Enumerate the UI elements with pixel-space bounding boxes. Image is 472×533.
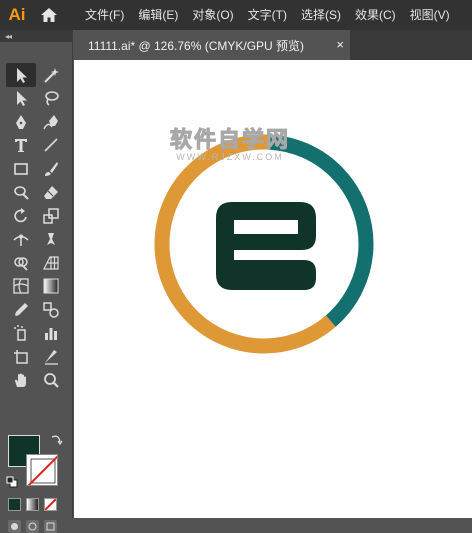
selection-tool[interactable] <box>6 63 36 87</box>
puppet-warp-tool[interactable] <box>36 228 66 252</box>
shape-builder-tool[interactable] <box>6 251 36 275</box>
tools-panel: ◂◂ <box>0 30 73 533</box>
blend-tool[interactable] <box>36 298 66 322</box>
menu-select[interactable]: 选择(S) <box>294 0 348 30</box>
artboard-icon <box>14 349 28 364</box>
draw-normal-icon[interactable] <box>8 520 21 533</box>
type-tool[interactable] <box>6 134 36 158</box>
mesh-tool[interactable] <box>6 275 36 299</box>
artboard-tool[interactable] <box>6 345 36 369</box>
toolbar-collapse-button[interactable]: ◂◂ <box>0 30 72 42</box>
default-fill-stroke-icon[interactable] <box>6 476 18 488</box>
type-icon <box>15 139 27 153</box>
draw-inside-icon[interactable] <box>44 520 57 533</box>
scale-icon <box>43 208 59 224</box>
hand-tool[interactable] <box>6 369 36 393</box>
direct-selection-tool[interactable] <box>6 87 36 111</box>
home-icon[interactable] <box>34 0 64 30</box>
magic-wand-icon <box>44 67 59 83</box>
perspective-grid-icon <box>43 256 59 270</box>
width-tool[interactable] <box>6 228 36 252</box>
gradient-icon <box>43 278 59 294</box>
scale-tool[interactable] <box>36 204 66 228</box>
rectangle-tool[interactable] <box>6 157 36 181</box>
magic-wand-tool[interactable] <box>36 63 66 87</box>
symbol-sprayer-tool[interactable] <box>6 322 36 346</box>
shaper-icon <box>14 186 29 200</box>
menu-object[interactable]: 对象(O) <box>185 0 240 30</box>
rectangle-icon <box>14 162 28 175</box>
none-mode-button[interactable] <box>44 498 57 511</box>
paintbrush-icon <box>45 161 58 176</box>
close-tab-icon[interactable]: × <box>336 38 344 51</box>
column-graph-tool[interactable] <box>36 322 66 346</box>
eyedropper-icon <box>15 302 28 316</box>
logo-artwork[interactable] <box>74 60 472 518</box>
app-logo[interactable]: Ai <box>0 0 34 30</box>
gradient-tool[interactable] <box>36 275 66 299</box>
shaper-tool[interactable] <box>6 181 36 205</box>
puppet-warp-icon <box>47 233 55 246</box>
main-menu: 文件(F) 编辑(E) 对象(O) 文字(T) 选择(S) 效果(C) 视图(V… <box>78 0 457 30</box>
symbol-sprayer-icon <box>14 325 26 341</box>
pen-icon <box>16 114 26 129</box>
paintbrush-tool[interactable] <box>36 157 66 181</box>
lasso-tool[interactable] <box>36 87 66 111</box>
eraser-tool[interactable] <box>36 181 66 205</box>
menu-effect[interactable]: 效果(C) <box>348 0 403 30</box>
rotate-icon <box>14 207 27 222</box>
direct-selection-icon <box>17 91 27 107</box>
menu-type[interactable]: 文字(T) <box>241 0 294 30</box>
menu-edit[interactable]: 编辑(E) <box>131 0 185 30</box>
width-icon <box>13 234 29 247</box>
hand-icon <box>15 373 26 388</box>
line-segment-tool[interactable] <box>36 134 66 158</box>
shape-builder-icon <box>14 257 28 271</box>
perspective-grid-tool[interactable] <box>36 251 66 275</box>
line-segment-icon <box>44 138 58 152</box>
blend-icon <box>43 302 59 318</box>
stroke-color-swatch[interactable] <box>26 454 58 486</box>
pen-tool[interactable] <box>6 110 36 134</box>
selection-icon <box>17 67 27 83</box>
menu-bar: Ai 文件(F) 编辑(E) 对象(O) 文字(T) 选择(S) 效果(C) 视… <box>0 0 472 30</box>
swap-fill-stroke-icon[interactable] <box>50 433 63 446</box>
document-tab-bar: 11111.ai* @ 126.76% (CMYK/GPU 预览) × <box>74 30 472 60</box>
zoom-icon <box>44 373 59 389</box>
color-mode-row <box>8 498 57 511</box>
mesh-icon <box>13 278 29 294</box>
eraser-icon <box>44 186 58 200</box>
curvature-tool[interactable] <box>36 110 66 134</box>
document-tab-title: 11111.ai* @ 126.76% (CMYK/GPU 预览) <box>88 38 305 53</box>
column-graph-icon <box>45 328 57 341</box>
menu-view[interactable]: 视图(V) <box>403 0 457 30</box>
logo-letter-e[interactable] <box>216 202 316 290</box>
rotate-tool[interactable] <box>6 204 36 228</box>
slice-tool[interactable] <box>36 345 66 369</box>
draw-mode-row <box>8 520 57 533</box>
no-stroke-icon <box>27 455 57 485</box>
curvature-icon <box>43 114 58 130</box>
lasso-icon <box>45 91 59 106</box>
draw-behind-icon[interactable] <box>26 520 39 533</box>
eyedropper-tool[interactable] <box>6 298 36 322</box>
zoom-tool[interactable] <box>36 369 66 393</box>
color-mode-button[interactable] <box>8 498 21 511</box>
tool-grid <box>6 63 66 392</box>
slice-icon <box>45 349 58 365</box>
gradient-mode-button[interactable] <box>26 498 39 511</box>
menu-file[interactable]: 文件(F) <box>78 0 131 30</box>
artboard-canvas[interactable]: 软件自学网 WWW.RJZXW.COM <box>74 60 472 518</box>
none-icon <box>45 499 56 510</box>
document-tab[interactable]: 11111.ai* @ 126.76% (CMYK/GPU 预览) × <box>74 30 350 60</box>
